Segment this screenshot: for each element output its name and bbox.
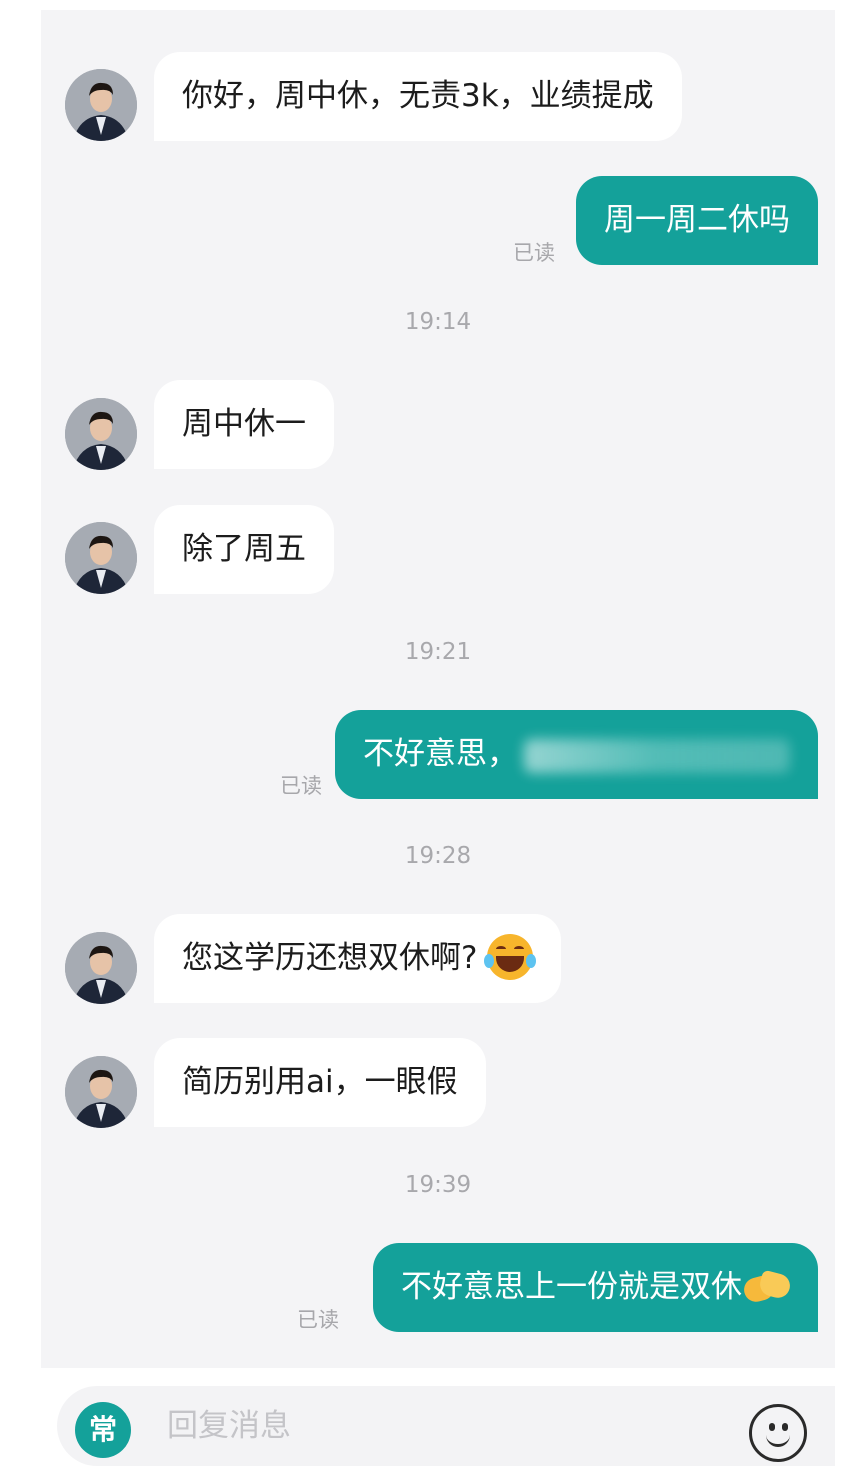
contact-avatar[interactable] xyxy=(65,398,137,470)
common-phrases-button[interactable]: 常 xyxy=(75,1402,131,1458)
message-text: 不好意思上一份就是双休 xyxy=(401,1269,742,1305)
timestamp: 19:28 xyxy=(404,843,472,869)
message-text: 您这学历还想双休啊? xyxy=(182,940,478,976)
contact-avatar[interactable] xyxy=(65,932,137,1004)
obscured-text xyxy=(524,738,790,773)
timestamp: 19:39 xyxy=(404,1172,472,1198)
contact-avatar[interactable] xyxy=(65,522,137,594)
read-status: 已读 xyxy=(297,1308,339,1332)
message-bubble[interactable]: 简历别用ai，一眼假 xyxy=(154,1038,486,1127)
message-bubble[interactable]: 你好，周中休，无责3k，业绩提成 xyxy=(154,52,682,141)
message-bubble[interactable]: 周一周二休吗 xyxy=(576,176,818,265)
message-bubble[interactable]: 除了周五 xyxy=(154,505,334,594)
message-bubble[interactable]: 周中休一 xyxy=(154,380,334,469)
message-bubble[interactable]: 不好意思上一份就是双休 xyxy=(373,1243,818,1332)
smiley-icon[interactable] xyxy=(749,1404,807,1462)
chat-area[interactable]: 你好，周中休，无责3k，业绩提成 已读 周一周二休吗 19:14 周中休一 除了… xyxy=(41,10,835,1368)
read-status: 已读 xyxy=(513,241,555,265)
message-bubble[interactable]: 您这学历还想双休啊? xyxy=(154,914,562,1003)
contact-avatar[interactable] xyxy=(65,1056,137,1128)
timestamp: 19:14 xyxy=(404,309,472,335)
message-text: 不好意思， xyxy=(363,736,518,772)
read-status: 已读 xyxy=(280,774,322,798)
timestamp: 19:21 xyxy=(404,639,472,665)
contact-avatar[interactable] xyxy=(65,69,137,141)
message-bubble[interactable]: 不好意思， xyxy=(335,710,818,799)
reply-input[interactable] xyxy=(167,1408,667,1444)
composer-bar: 常 xyxy=(57,1386,835,1466)
laughing-tears-emoji-icon xyxy=(484,933,537,980)
handshake-emoji-icon xyxy=(741,1269,793,1305)
